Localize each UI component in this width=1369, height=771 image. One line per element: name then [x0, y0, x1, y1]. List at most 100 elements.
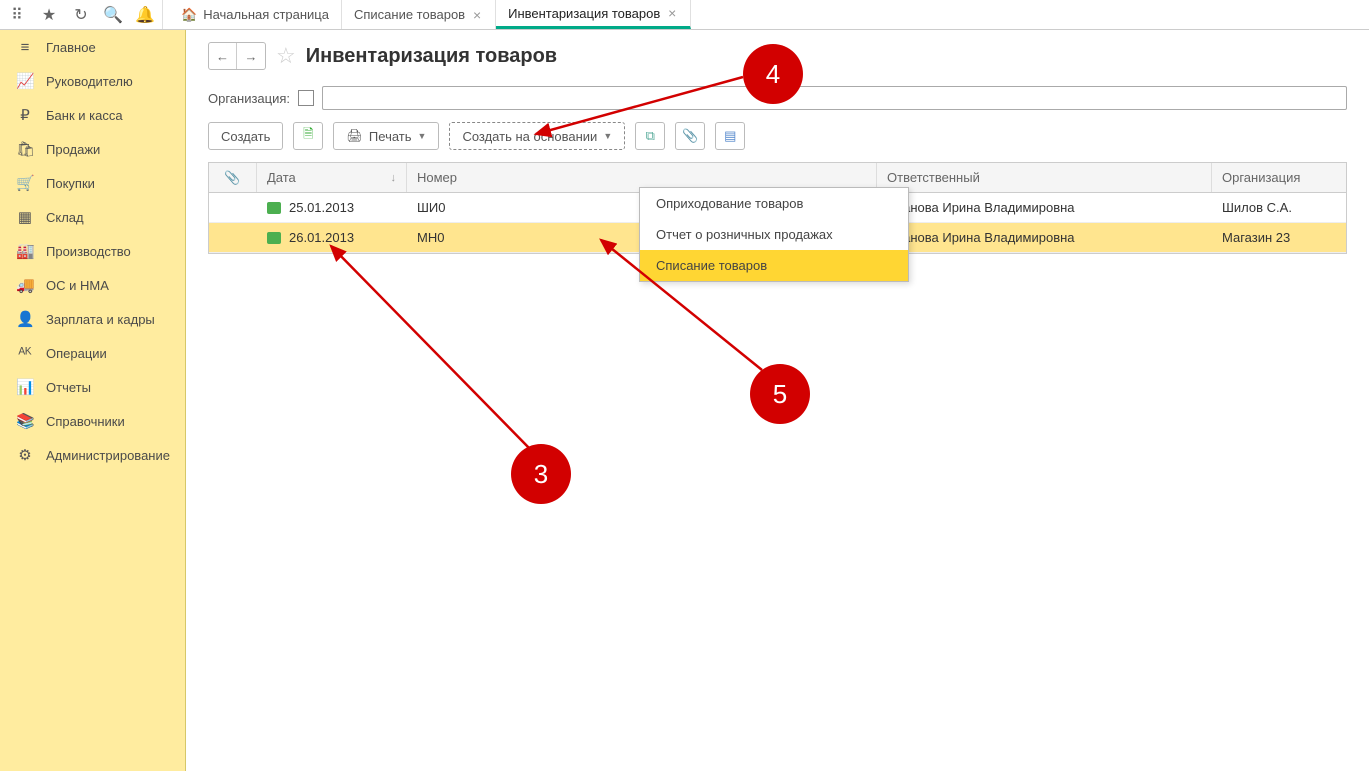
cell-number: МН0 [417, 230, 444, 245]
top-toolbar: ⠿ ★ ↻ 🔍 🔔 🏠 Начальная страница Списание … [0, 0, 1369, 30]
tab-home-label: Начальная страница [203, 7, 329, 22]
sidebar-item-hr[interactable]: 👤Зарплата и кадры [0, 302, 185, 336]
star-icon[interactable]: ★ [40, 6, 58, 24]
sidebar-item-main[interactable]: ≡ Главное [0, 30, 185, 64]
bell-icon[interactable]: 🔔 [136, 6, 154, 24]
create-button-label: Создать [221, 129, 270, 144]
back-button[interactable]: ← [209, 43, 237, 69]
link-button[interactable]: ⧉ [635, 122, 665, 150]
favorite-star-icon[interactable]: ☆ [276, 43, 296, 69]
copy-button[interactable]: 🗎 [293, 122, 323, 150]
menu-item-receipt[interactable]: Оприходование товаров [640, 188, 908, 219]
bars-icon: 📊 [16, 378, 34, 396]
content-area: ← → ☆ Инвентаризация товаров Организация… [186, 30, 1369, 771]
th-number-label: Номер [417, 170, 457, 185]
create-button[interactable]: Создать [208, 122, 283, 150]
printer-icon: 🖨 [346, 128, 363, 144]
org-filter-input[interactable] [322, 86, 1347, 110]
close-icon[interactable]: × [666, 5, 678, 21]
sort-asc-icon: ↓ [391, 172, 397, 184]
create-based-dropdown: Оприходование товаров Отчет о розничных … [639, 187, 909, 282]
search-icon[interactable]: 🔍 [104, 6, 122, 24]
sidebar-item-production[interactable]: 🏭Производство [0, 234, 185, 268]
tab-home[interactable]: 🏠 Начальная страница [163, 0, 342, 29]
clip-icon: 📎 [224, 170, 240, 186]
sidebar-item-sales[interactable]: 🛍Продажи [0, 132, 185, 166]
chart-icon: 📈 [16, 72, 34, 90]
nav-buttons: ← → [208, 42, 266, 70]
th-responsible[interactable]: Ответственный [877, 163, 1212, 192]
cell-number: ШИ0 [417, 200, 446, 215]
clip-icon: 📎 [682, 128, 698, 144]
sidebar-item-references[interactable]: 📚Справочники [0, 404, 185, 438]
cell-organization: Магазин 23 [1222, 230, 1290, 245]
list-toolbar: Создать 🗎 🖨 Печать ▼ Создать на основании ▼… [208, 122, 1347, 150]
sidebar: ≡ Главное 📈 Руководителю ₽Банк и касса 🛍Пр… [0, 30, 186, 771]
sidebar-item-bank[interactable]: ₽Банк и касса [0, 98, 185, 132]
sidebar-item-admin[interactable]: ⚙ Администрирование [0, 438, 185, 472]
sidebar-item-assets[interactable]: 🚚 ОС и НМА [0, 268, 185, 302]
cell-date: 25.01.2013 [289, 200, 354, 215]
print-button-label: Печать [369, 129, 412, 144]
person-icon: 👤 [16, 310, 34, 328]
menu-item-retail-report[interactable]: Отчет о розничных продажах [640, 219, 908, 250]
sidebar-item-operations[interactable]: ᴬᴷ Операции [0, 336, 185, 370]
org-filter-checkbox[interactable] [298, 90, 314, 106]
print-button[interactable]: 🖨 Печать ▼ [333, 122, 439, 150]
cell-responsible: Иванова Ирина Владимировна [887, 200, 1075, 215]
sidebar-item-label: Склад [46, 210, 84, 225]
th-responsible-label: Ответственный [887, 170, 980, 185]
document-status-icon [267, 232, 281, 244]
tab-writeoff[interactable]: Списание товаров × [342, 0, 496, 29]
sidebar-item-label: Операции [46, 346, 107, 361]
sidebar-item-label: Покупки [46, 176, 95, 191]
sidebar-item-label: Руководителю [46, 74, 133, 89]
sidebar-item-label: Отчеты [46, 380, 91, 395]
sidebar-item-label: ОС и НМА [46, 278, 109, 293]
link-icon: ⧉ [646, 128, 655, 144]
cell-responsible: Иванова Ирина Владимировна [887, 230, 1075, 245]
menu-icon: ≡ [16, 39, 34, 56]
attach-button[interactable]: 📎 [675, 122, 705, 150]
ops-icon: ᴬᴷ [16, 345, 34, 362]
sidebar-item-reports[interactable]: 📊 Отчеты [0, 370, 185, 404]
list-icon: ▤ [724, 128, 736, 144]
copy-icon: 🗎 [303, 125, 313, 147]
create-based-label: Создать на основании [462, 129, 597, 144]
bag-icon: 🛍 [16, 140, 34, 158]
list-button[interactable]: ▤ [715, 122, 745, 150]
sidebar-item-purchases[interactable]: 🛒 Покупки [0, 166, 185, 200]
annotation-bubble-3: 3 [511, 444, 571, 504]
chevron-down-icon: ▼ [418, 131, 427, 141]
history-icon[interactable]: ↻ [72, 6, 90, 24]
home-icon: 🏠 [181, 7, 197, 23]
page-title: Инвентаризация товаров [306, 45, 557, 68]
close-icon[interactable]: × [471, 7, 483, 23]
annotation-bubble-4: 4 [743, 44, 803, 104]
th-date[interactable]: Дата ↓ [257, 163, 407, 192]
th-attachment[interactable]: 📎 [209, 163, 257, 192]
truck-icon: 🚚 [16, 276, 34, 294]
cart-icon: 🛒 [16, 174, 34, 192]
org-filter-label: Организация: [208, 91, 290, 106]
th-date-label: Дата [267, 170, 296, 185]
sidebar-item-label: Главное [46, 40, 96, 55]
apps-icon[interactable]: ⠿ [8, 6, 26, 24]
tab-bar: 🏠 Начальная страница Списание товаров × … [163, 0, 691, 29]
tab-inventory[interactable]: Инвентаризация товаров × [496, 0, 691, 29]
menu-item-writeoff[interactable]: Списание товаров [640, 250, 908, 281]
chevron-down-icon: ▼ [603, 131, 612, 141]
factory-icon: 🏭 [16, 242, 34, 260]
sidebar-item-warehouse[interactable]: ▦Склад [0, 200, 185, 234]
tab-writeoff-label: Списание товаров [354, 7, 465, 22]
sidebar-item-label: Администрирование [46, 448, 170, 463]
menu-item-label: Списание товаров [656, 258, 767, 273]
th-organization-label: Организация [1222, 170, 1300, 185]
forward-button[interactable]: → [237, 43, 265, 69]
sidebar-item-manager[interactable]: 📈 Руководителю [0, 64, 185, 98]
create-based-button[interactable]: Создать на основании ▼ [449, 122, 625, 150]
gear-icon: ⚙ [16, 446, 34, 464]
th-organization[interactable]: Организация [1212, 163, 1346, 192]
system-icons-group: ⠿ ★ ↻ 🔍 🔔 [0, 0, 163, 29]
tab-inventory-label: Инвентаризация товаров [508, 6, 660, 21]
